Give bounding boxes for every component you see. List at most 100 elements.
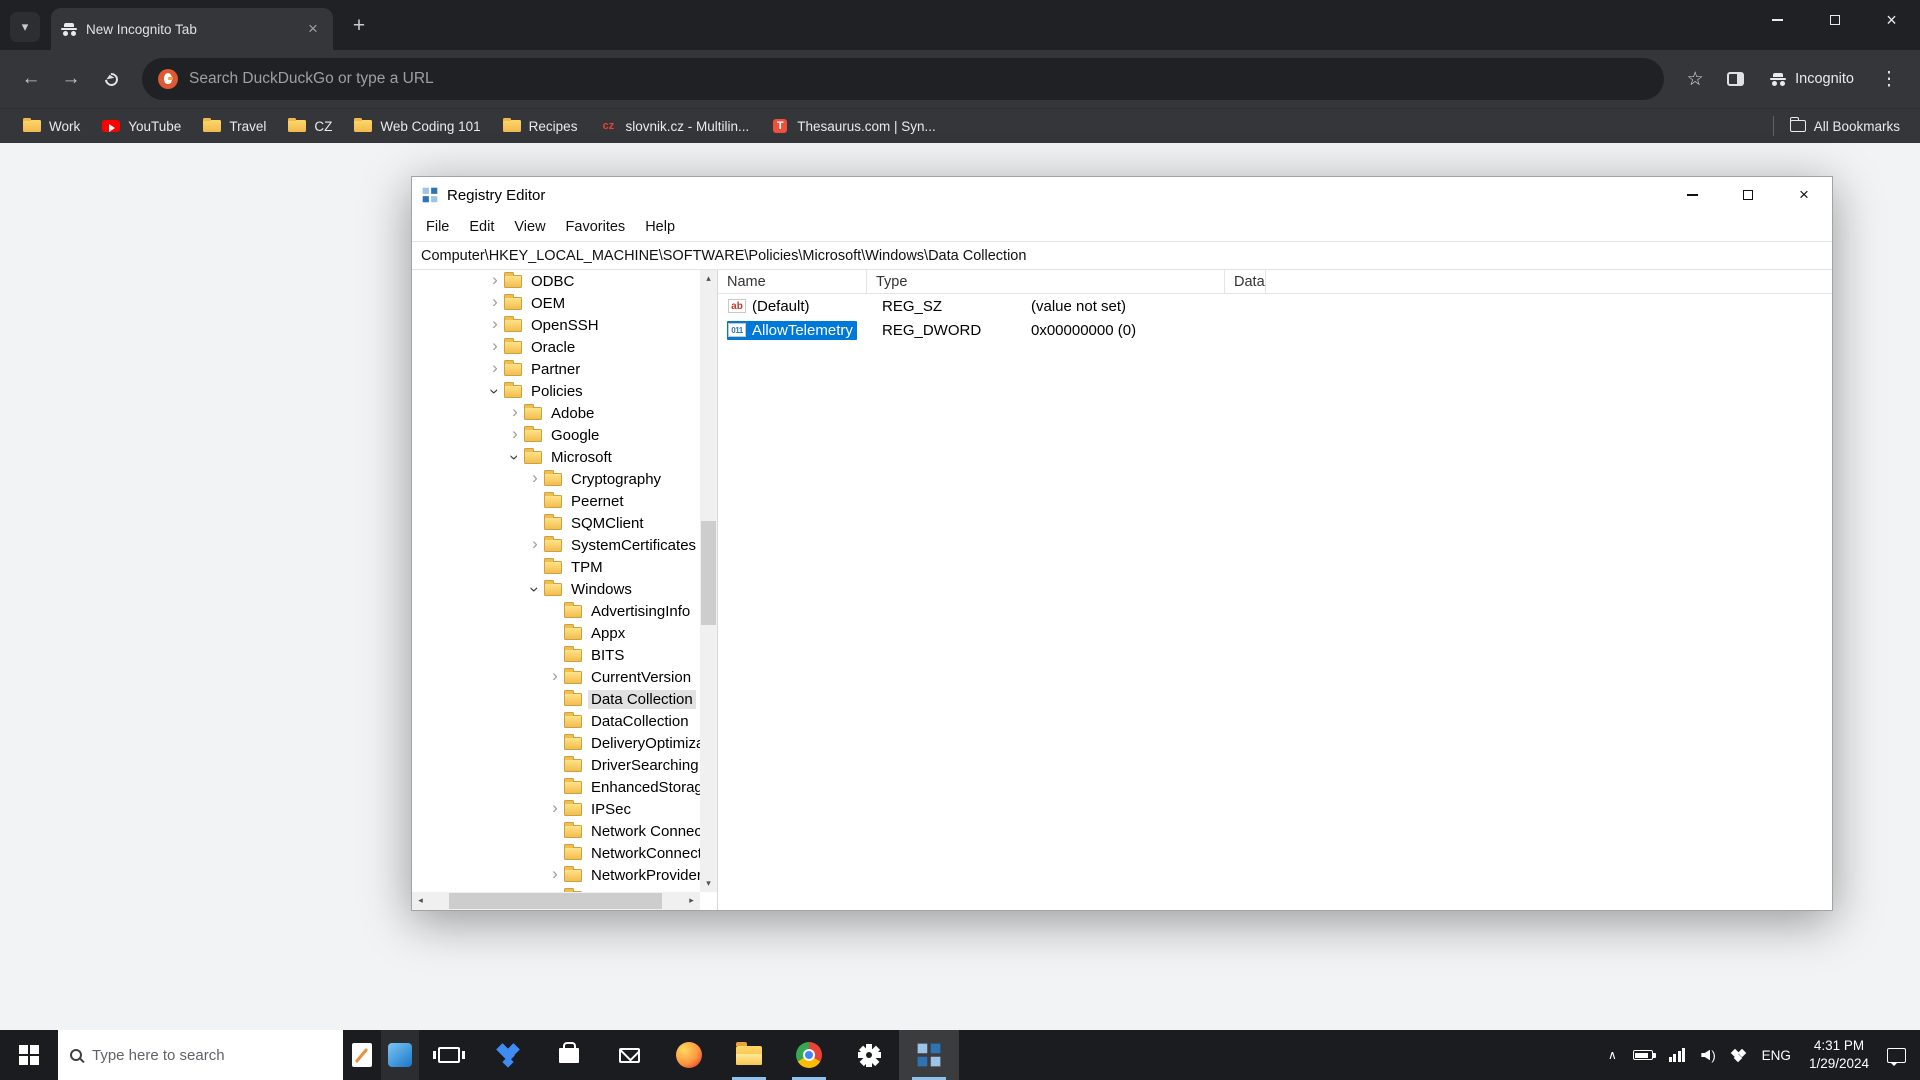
browser-tab[interactable]: New Incognito Tab × [51,8,333,50]
tree-item[interactable]: NetworkProvider [412,864,700,886]
side-panel-button[interactable] [1718,62,1752,96]
bookmark-item[interactable]: Work [12,113,91,139]
task-view-button[interactable] [419,1030,479,1080]
all-bookmarks-button[interactable]: All Bookmarks [1782,119,1908,134]
registry-value-row[interactable]: (Default) REG_SZ (value not set) [718,294,1832,318]
incognito-badge[interactable]: Incognito [1758,71,1866,87]
tree-item[interactable]: ODBC [412,270,700,292]
tree-horizontal-scrollbar[interactable]: ◂ ▸ [412,892,700,910]
tree-item[interactable]: DataCollection [412,710,700,732]
tree-expander-icon[interactable] [486,362,504,376]
tree-item[interactable]: DriverSearching [412,754,700,776]
tree-item[interactable]: DeliveryOptimiza [412,732,700,754]
registry-title-bar[interactable]: Registry Editor × [412,177,1832,213]
reload-button[interactable] [94,62,128,96]
tree-item[interactable]: SystemCertificates [412,534,700,556]
scroll-down-icon[interactable]: ▾ [700,875,717,892]
firefox-button[interactable] [659,1030,719,1080]
scroll-left-icon[interactable]: ◂ [412,892,429,909]
bookmark-item[interactable]: Recipes [492,113,589,139]
vertical-scroll-thumb[interactable] [701,521,716,625]
language-indicator[interactable]: ENG [1754,1030,1799,1080]
tree-item[interactable]: Data Collection [412,688,700,710]
tab-search-button[interactable]: ▾ [10,12,40,42]
menu-item[interactable]: File [416,219,459,235]
network-button[interactable] [1661,1030,1694,1080]
tree-item[interactable]: Partner [412,358,700,380]
search-input[interactable] [92,1047,331,1064]
new-tab-button[interactable]: + [345,12,373,40]
tree-item[interactable]: OEM [412,292,700,314]
tab-close-icon[interactable]: × [303,19,323,39]
tree-item[interactable]: Cryptography [412,468,700,490]
taskbar-clock[interactable]: 4:31 PM 1/29/2024 [1799,1030,1879,1080]
tree-item[interactable]: TPM [412,556,700,578]
browser-close-button[interactable]: × [1863,0,1920,40]
settings-button[interactable] [839,1030,899,1080]
tree-expander-icon[interactable] [546,802,564,816]
chrome-button[interactable] [779,1030,839,1080]
tree-item[interactable]: Network Connec [412,820,700,842]
tree-expander-icon[interactable] [546,670,564,684]
tree-expander-icon[interactable] [486,383,504,400]
regedit-minimize-button[interactable] [1664,177,1720,213]
tree-expander-icon[interactable] [506,449,524,466]
forward-button[interactable]: → [54,62,88,96]
pen-app-button[interactable] [343,1030,381,1080]
scroll-right-icon[interactable]: ▸ [683,892,700,909]
tree-item[interactable]: Google [412,424,700,446]
tree-item[interactable]: Appx [412,622,700,644]
browser-maximize-button[interactable] [1806,0,1863,40]
hidden-icons-button[interactable]: ∧ [1600,1030,1625,1080]
tree-item[interactable]: CurrentVersion [412,666,700,688]
horizontal-scroll-thumb[interactable] [449,893,662,909]
tree-item[interactable]: Adobe [412,402,700,424]
tree-item[interactable]: AdvertisingInfo [412,600,700,622]
mail-button[interactable] [599,1030,659,1080]
back-button[interactable]: ← [14,62,48,96]
tree-item[interactable]: Peernet [412,490,700,512]
start-button[interactable] [0,1030,58,1080]
tree-item[interactable]: Windows [412,578,700,600]
pinned-app-button[interactable] [381,1030,419,1080]
tree-expander-icon[interactable] [546,868,564,882]
tree-item[interactable]: Oracle [412,336,700,358]
menu-item[interactable]: Edit [459,219,504,235]
tree-item[interactable]: BITS [412,644,700,666]
tree-item[interactable]: EnhancedStorag [412,776,700,798]
dropbox-tray-button[interactable] [1724,1030,1754,1080]
column-header[interactable]: Name [718,270,867,293]
registry-editor-taskbar-button[interactable] [899,1030,959,1080]
tree-expander-icon[interactable] [526,472,544,486]
tree-expander-icon[interactable] [486,340,504,354]
file-explorer-button[interactable] [719,1030,779,1080]
address-bar[interactable]: Search DuckDuckGo or type a URL [142,58,1664,100]
regedit-maximize-button[interactable] [1720,177,1776,213]
tree-expander-icon[interactable] [486,318,504,332]
tree-item[interactable]: NetworkConnect [412,842,700,864]
tree-item[interactable]: Policies [412,380,700,402]
menu-item[interactable]: Help [635,219,685,235]
tree-item[interactable]: Microsoft [412,446,700,468]
tree-item[interactable]: IPSec [412,798,700,820]
menu-item[interactable]: View [504,219,555,235]
tree-expander-icon[interactable] [506,428,524,442]
bookmark-item[interactable]: slovnik.cz - Multilin... [588,113,760,139]
store-button[interactable] [539,1030,599,1080]
tree-expander-icon[interactable] [486,274,504,288]
bookmark-star-button[interactable]: ☆ [1678,62,1712,96]
tree-item[interactable]: SQMClient [412,512,700,534]
taskbar-search[interactable] [58,1030,343,1080]
bookmark-item[interactable]: Web Coding 101 [343,113,491,139]
tree-expander-icon[interactable] [506,406,524,420]
volume-button[interactable]: ) [1693,1030,1723,1080]
tree-vertical-scrollbar[interactable]: ▴ ▾ [700,270,717,892]
tree-item[interactable]: OpenSSH [412,314,700,336]
column-header[interactable]: Type [867,270,1225,293]
bookmark-item[interactable]: Travel [192,113,277,139]
browser-menu-button[interactable]: ⋮ [1872,62,1906,96]
dropbox-button[interactable] [479,1030,539,1080]
column-header[interactable]: Data [1225,270,1266,293]
registry-value-row[interactable]: AllowTelemetry REG_DWORD 0x00000000 (0) [718,318,1832,342]
browser-minimize-button[interactable] [1749,0,1806,40]
